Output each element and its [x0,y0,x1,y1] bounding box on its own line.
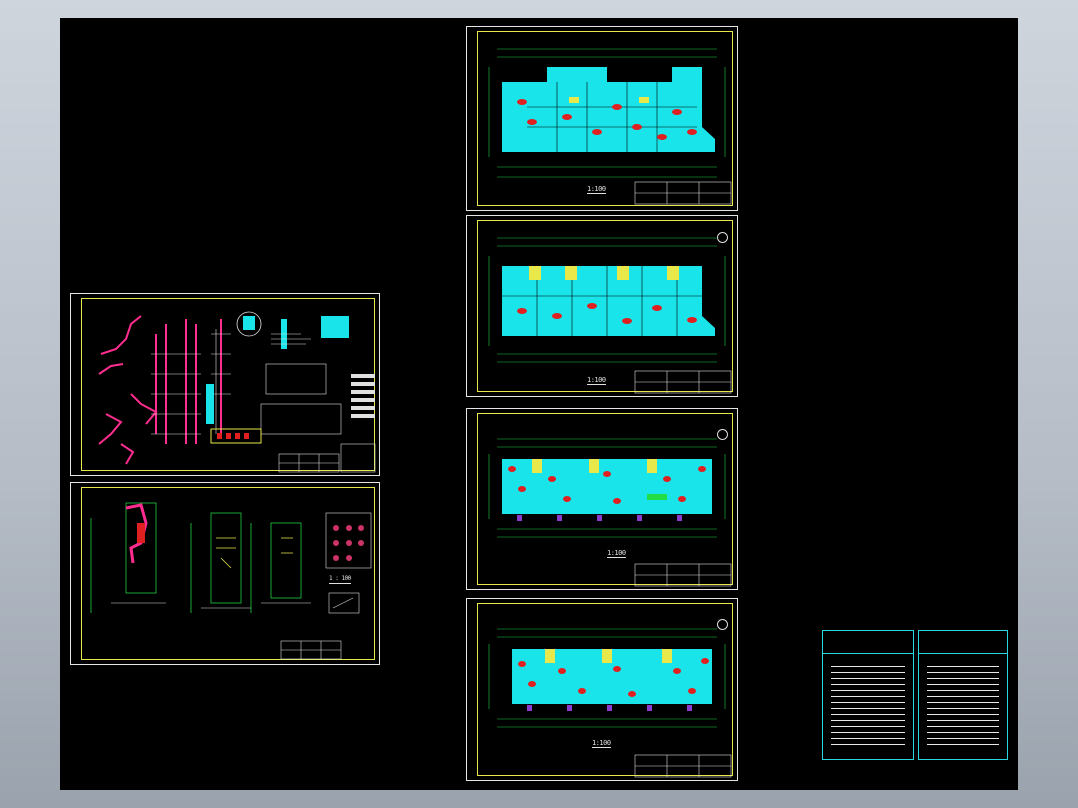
sheet-floor-plan-4[interactable]: 1:100 [466,598,738,781]
pipe-system-drawing [98,311,376,473]
sheet-caption: 1:100 [587,185,606,194]
north-arrow-icon [717,429,728,440]
sheet-pipe-system-diagram[interactable] [70,293,380,476]
sheet-caption: 1:100 [592,739,611,748]
sheet-design-notes-1[interactable] [822,630,914,760]
sheet-stair-details[interactable]: 1 : 100 [70,482,380,665]
sheet-design-notes-2[interactable] [918,630,1008,760]
sheet-caption: 1:100 [587,376,606,385]
sheet-floor-plan-1[interactable]: 1:100 [466,26,738,211]
floor-plan-4-drawing [488,628,732,778]
sheet-floor-plan-3[interactable]: 1:100 [466,408,738,590]
sheet-floor-plan-2[interactable]: 1:100 [466,215,738,397]
notes-title-block [919,631,1007,654]
floor-plan-2-drawing [488,237,732,394]
north-arrow-icon [717,619,728,630]
floor-plan-3-drawing [488,438,732,587]
sheet-caption: 1 : 100 [329,575,351,584]
drawing-canvas[interactable]: 1 : 100 1:100 1:100 1:100 1:100 [60,18,1018,790]
north-arrow-icon [717,232,728,243]
sheet-caption: 1:100 [607,549,626,558]
notes-title-block [823,631,913,654]
